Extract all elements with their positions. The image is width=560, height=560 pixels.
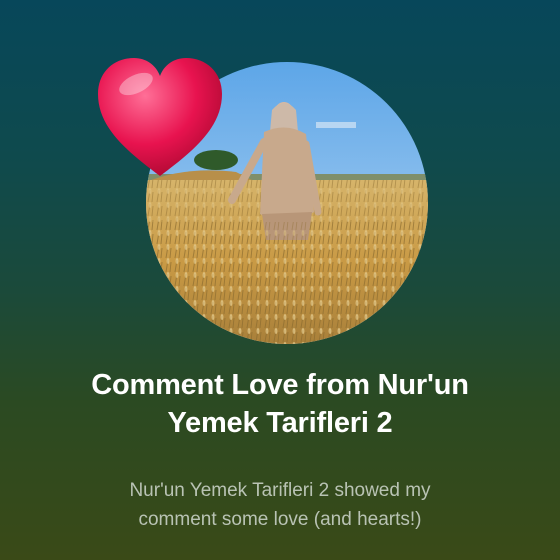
title-line-2: Yemek Tarifleri 2: [167, 407, 393, 439]
heart-icon: [94, 54, 226, 182]
title-line-1: Comment Love from Nur'un: [91, 369, 469, 401]
description-text: Nur'un Yemek Tarifleri 2 showed my comme…: [40, 476, 520, 534]
subtitle-line-2: comment some love (and hearts!): [138, 509, 422, 530]
subtitle-line-1: Nur'un Yemek Tarifleri 2 showed my: [129, 480, 431, 501]
page-title: Comment Love from Nur'un Yemek Tarifleri…: [20, 366, 540, 442]
